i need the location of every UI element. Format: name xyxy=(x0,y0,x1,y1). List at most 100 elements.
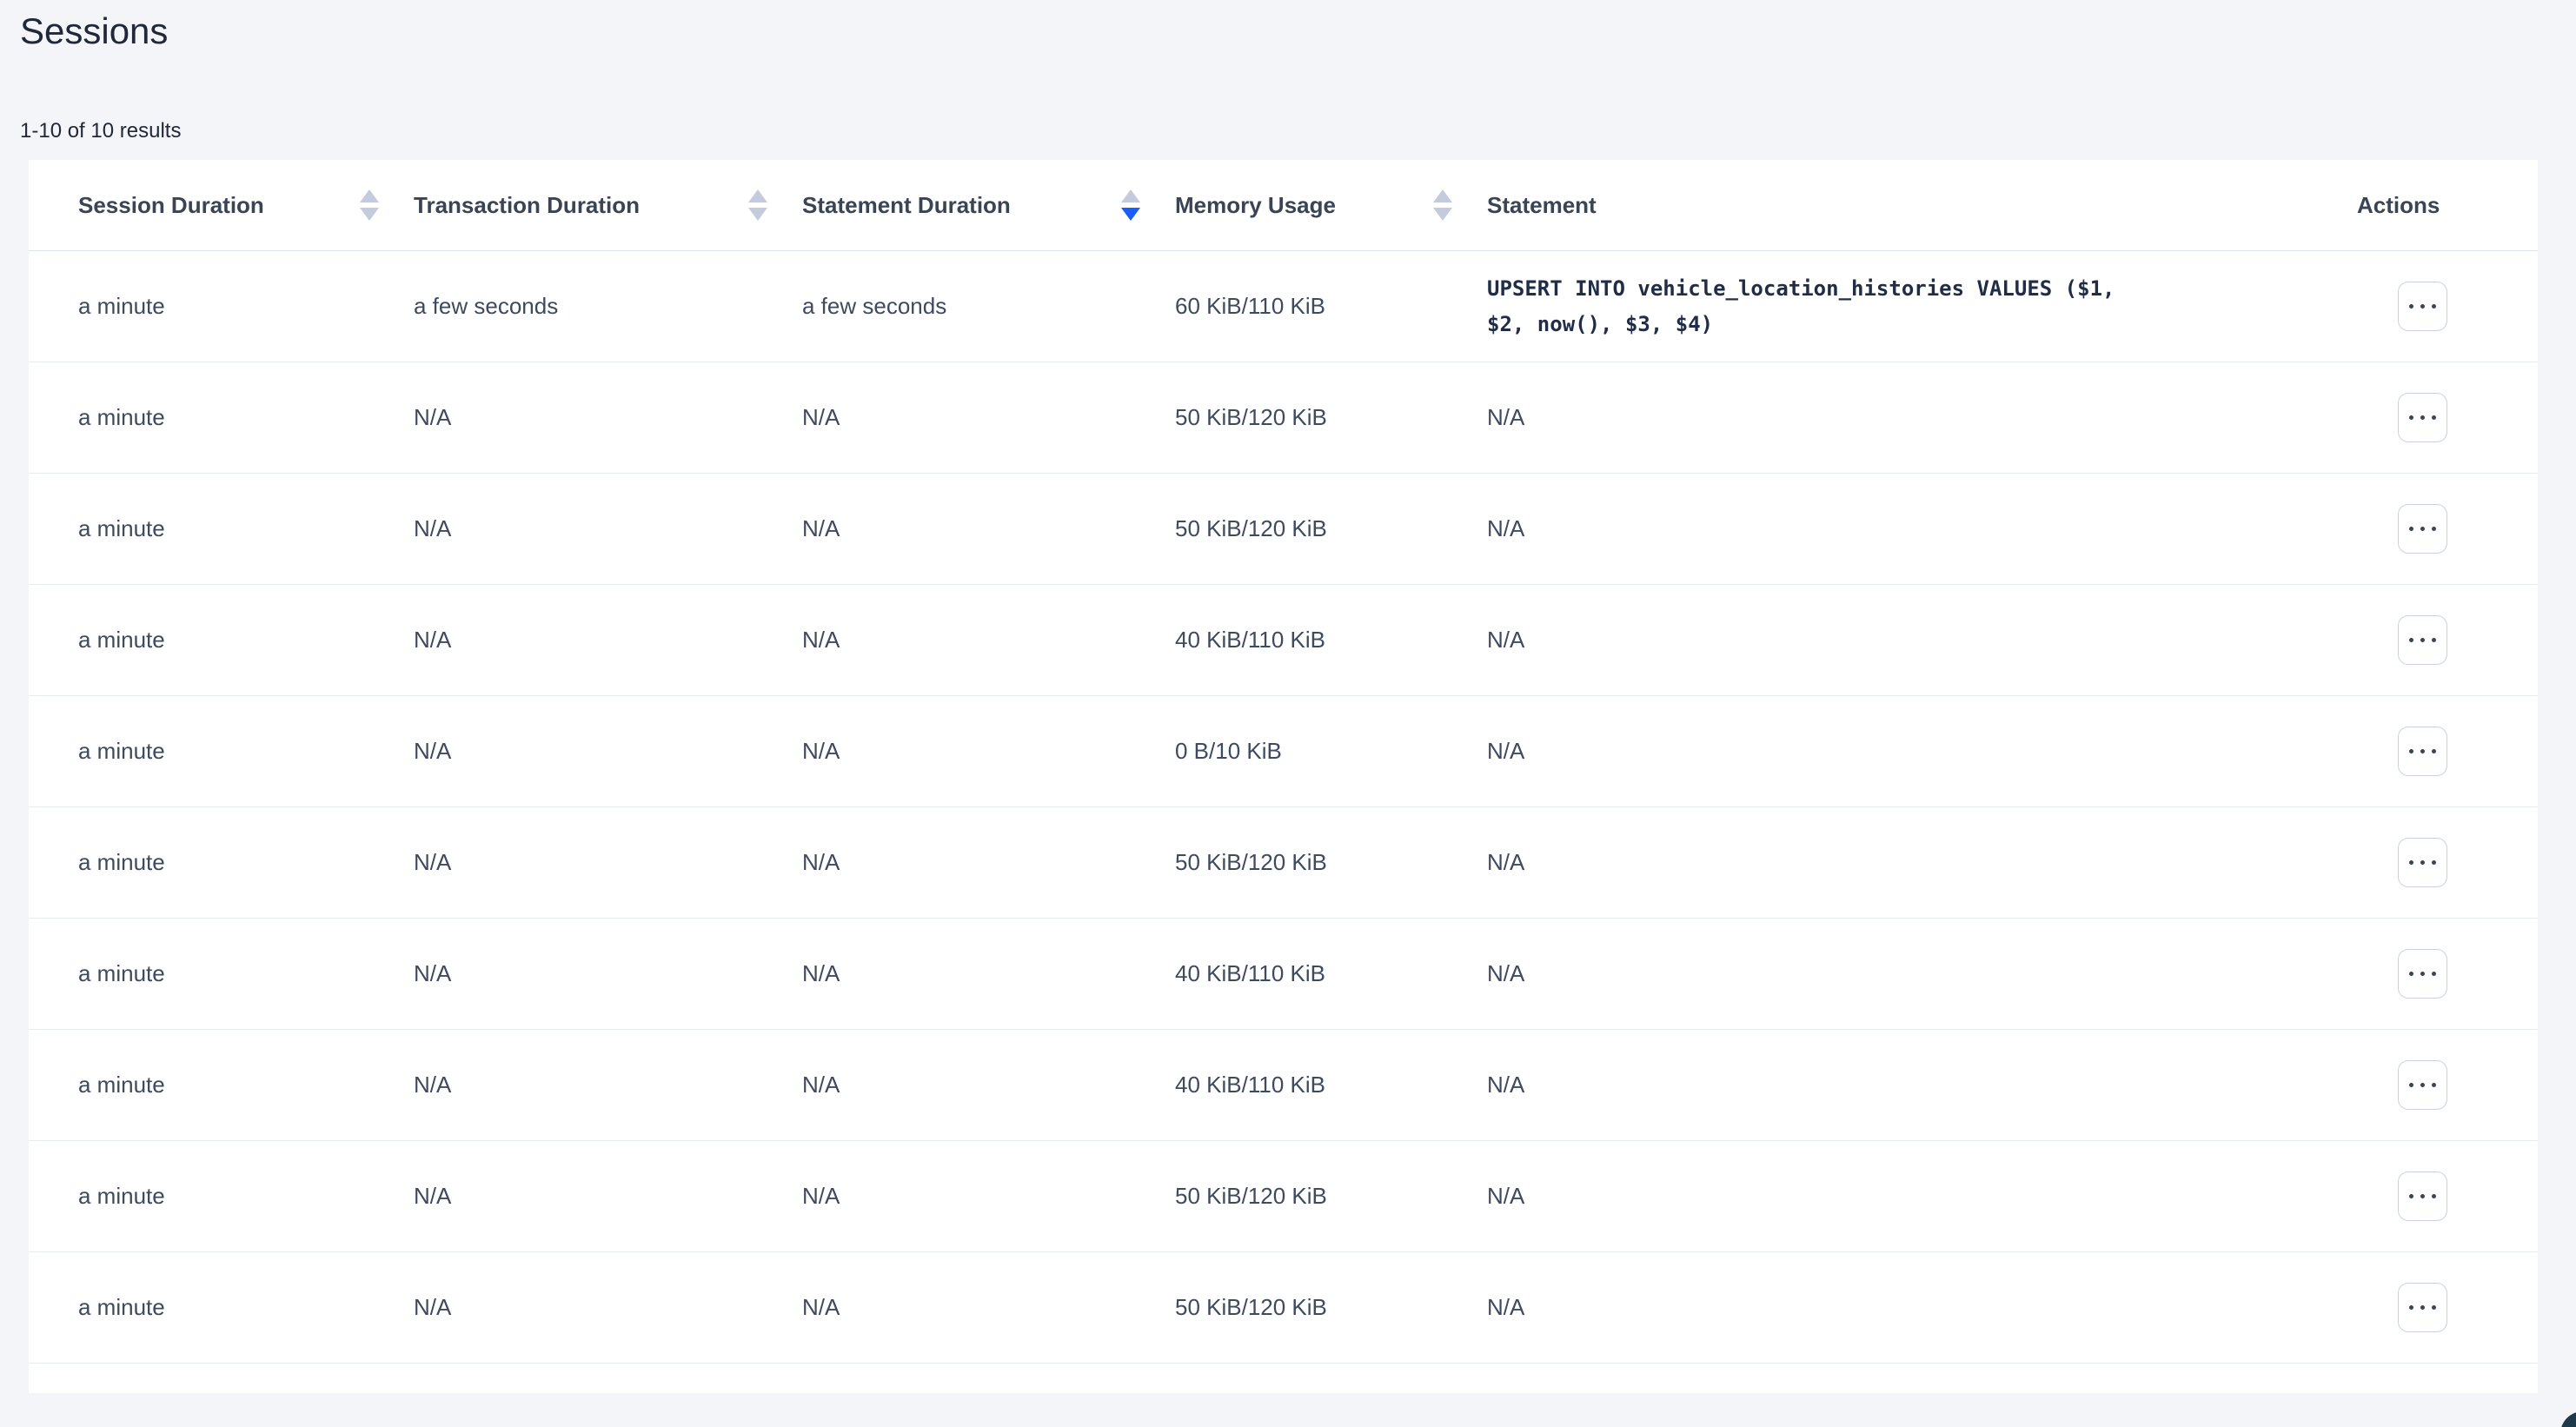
cell-session-duration: a minute xyxy=(78,1072,414,1098)
cell-actions xyxy=(2357,282,2488,331)
table-body: a minute a few seconds a few seconds 60 … xyxy=(29,251,2538,1364)
cell-transaction-duration: N/A xyxy=(414,849,802,876)
column-header-memory-usage[interactable]: Memory Usage xyxy=(1175,189,1487,221)
cell-session-duration: a minute xyxy=(78,515,414,542)
cell-actions xyxy=(2357,504,2488,554)
ellipsis-horizontal-icon xyxy=(2409,527,2413,531)
cell-statement: N/A xyxy=(1487,515,2357,542)
cell-session-duration: a minute xyxy=(78,293,414,320)
ellipsis-horizontal-icon xyxy=(2409,972,2413,976)
ellipsis-horizontal-icon xyxy=(2409,1305,2413,1310)
sort-icon xyxy=(360,189,379,221)
table-row[interactable]: a minute N/A N/A 40 KiB/110 KiB N/A xyxy=(29,1030,2538,1141)
results-summary: 1-10 of 10 results xyxy=(20,119,181,143)
cell-session-duration: a minute xyxy=(78,627,414,654)
table-row[interactable]: a minute N/A N/A 50 KiB/120 KiB N/A xyxy=(29,1252,2538,1364)
cell-statement: UPSERT INTO vehicle_location_histories V… xyxy=(1487,271,2357,342)
column-header-statement: Statement xyxy=(1487,192,2357,219)
table-row[interactable]: a minute N/A N/A 0 B/10 KiB N/A xyxy=(29,696,2538,807)
cell-memory-usage: 50 KiB/120 KiB xyxy=(1175,1183,1487,1210)
ellipsis-horizontal-icon xyxy=(2409,860,2413,865)
row-actions-button[interactable] xyxy=(2398,504,2447,554)
corner-circle-widget[interactable] xyxy=(2560,1411,2576,1427)
row-actions-button[interactable] xyxy=(2398,949,2447,999)
table-row[interactable]: a minute N/A N/A 50 KiB/120 KiB N/A xyxy=(29,362,2538,474)
table-row[interactable]: a minute N/A N/A 50 KiB/120 KiB N/A xyxy=(29,474,2538,585)
cell-memory-usage: 0 B/10 KiB xyxy=(1175,738,1487,765)
cell-statement-duration: N/A xyxy=(802,404,1175,431)
cell-memory-usage: 40 KiB/110 KiB xyxy=(1175,960,1487,987)
row-actions-button[interactable] xyxy=(2398,838,2447,887)
cell-statement-duration: N/A xyxy=(802,849,1175,876)
cell-session-duration: a minute xyxy=(78,849,414,876)
cell-statement-duration: a few seconds xyxy=(802,293,1175,320)
ellipsis-horizontal-icon xyxy=(2409,304,2413,309)
cell-statement-duration: N/A xyxy=(802,1072,1175,1098)
column-header-label: Statement Duration xyxy=(802,192,1011,219)
ellipsis-horizontal-icon xyxy=(2409,415,2413,420)
cell-statement: N/A xyxy=(1487,1072,2357,1098)
ellipsis-horizontal-icon xyxy=(2409,638,2413,642)
cell-statement: N/A xyxy=(1487,404,2357,431)
cell-memory-usage: 50 KiB/120 KiB xyxy=(1175,515,1487,542)
sort-icon xyxy=(748,189,767,221)
cell-transaction-duration: N/A xyxy=(414,1072,802,1098)
table-row[interactable]: a minute N/A N/A 40 KiB/110 KiB N/A xyxy=(29,919,2538,1030)
column-header-label: Transaction Duration xyxy=(414,192,640,219)
cell-actions xyxy=(2357,1060,2488,1110)
cell-memory-usage: 50 KiB/120 KiB xyxy=(1175,849,1487,876)
column-header-label: Session Duration xyxy=(78,192,264,219)
table-row[interactable]: a minute a few seconds a few seconds 60 … xyxy=(29,251,2538,362)
row-actions-button[interactable] xyxy=(2398,615,2447,665)
sessions-table-card: Session Duration Transaction Duration St… xyxy=(29,160,2538,1393)
cell-statement: N/A xyxy=(1487,1294,2357,1321)
row-actions-button[interactable] xyxy=(2398,727,2447,776)
column-header-actions: Actions xyxy=(2357,192,2488,219)
cell-statement: N/A xyxy=(1487,960,2357,987)
ellipsis-horizontal-icon xyxy=(2409,1194,2413,1198)
cell-actions xyxy=(2357,727,2488,776)
cell-transaction-duration: N/A xyxy=(414,404,802,431)
cell-transaction-duration: N/A xyxy=(414,515,802,542)
cell-session-duration: a minute xyxy=(78,738,414,765)
sort-icon xyxy=(1121,189,1140,221)
table-row[interactable]: a minute N/A N/A 50 KiB/120 KiB N/A xyxy=(29,1141,2538,1252)
sort-icon xyxy=(1433,189,1452,221)
cell-session-duration: a minute xyxy=(78,404,414,431)
cell-session-duration: a minute xyxy=(78,1183,414,1210)
column-header-label: Actions xyxy=(2357,192,2440,219)
table-row[interactable]: a minute N/A N/A 50 KiB/120 KiB N/A xyxy=(29,807,2538,919)
cell-session-duration: a minute xyxy=(78,960,414,987)
cell-actions xyxy=(2357,1283,2488,1332)
cell-transaction-duration: a few seconds xyxy=(414,293,802,320)
cell-transaction-duration: N/A xyxy=(414,1294,802,1321)
table-header-row: Session Duration Transaction Duration St… xyxy=(29,160,2538,251)
cell-actions xyxy=(2357,393,2488,442)
column-header-label: Memory Usage xyxy=(1175,192,1336,219)
cell-transaction-duration: N/A xyxy=(414,627,802,654)
cell-memory-usage: 50 KiB/120 KiB xyxy=(1175,1294,1487,1321)
cell-statement-duration: N/A xyxy=(802,515,1175,542)
cell-memory-usage: 40 KiB/110 KiB xyxy=(1175,627,1487,654)
cell-statement-duration: N/A xyxy=(802,1183,1175,1210)
row-actions-button[interactable] xyxy=(2398,393,2447,442)
table-row[interactable]: a minute N/A N/A 40 KiB/110 KiB N/A xyxy=(29,585,2538,696)
cell-actions xyxy=(2357,838,2488,887)
column-header-statement-duration[interactable]: Statement Duration xyxy=(802,189,1175,221)
cell-memory-usage: 60 KiB/110 KiB xyxy=(1175,293,1487,320)
cell-transaction-duration: N/A xyxy=(414,960,802,987)
column-header-transaction-duration[interactable]: Transaction Duration xyxy=(414,189,802,221)
cell-memory-usage: 40 KiB/110 KiB xyxy=(1175,1072,1487,1098)
cell-transaction-duration: N/A xyxy=(414,738,802,765)
row-actions-button[interactable] xyxy=(2398,1060,2447,1110)
row-actions-button[interactable] xyxy=(2398,1283,2447,1332)
row-actions-button[interactable] xyxy=(2398,1171,2447,1221)
row-actions-button[interactable] xyxy=(2398,282,2447,331)
ellipsis-horizontal-icon xyxy=(2409,749,2413,753)
column-header-label: Statement xyxy=(1487,192,1597,219)
page-title: Sessions xyxy=(20,10,168,52)
cell-actions xyxy=(2357,1171,2488,1221)
cell-statement-duration: N/A xyxy=(802,738,1175,765)
column-header-session-duration[interactable]: Session Duration xyxy=(78,189,414,221)
cell-actions xyxy=(2357,615,2488,665)
